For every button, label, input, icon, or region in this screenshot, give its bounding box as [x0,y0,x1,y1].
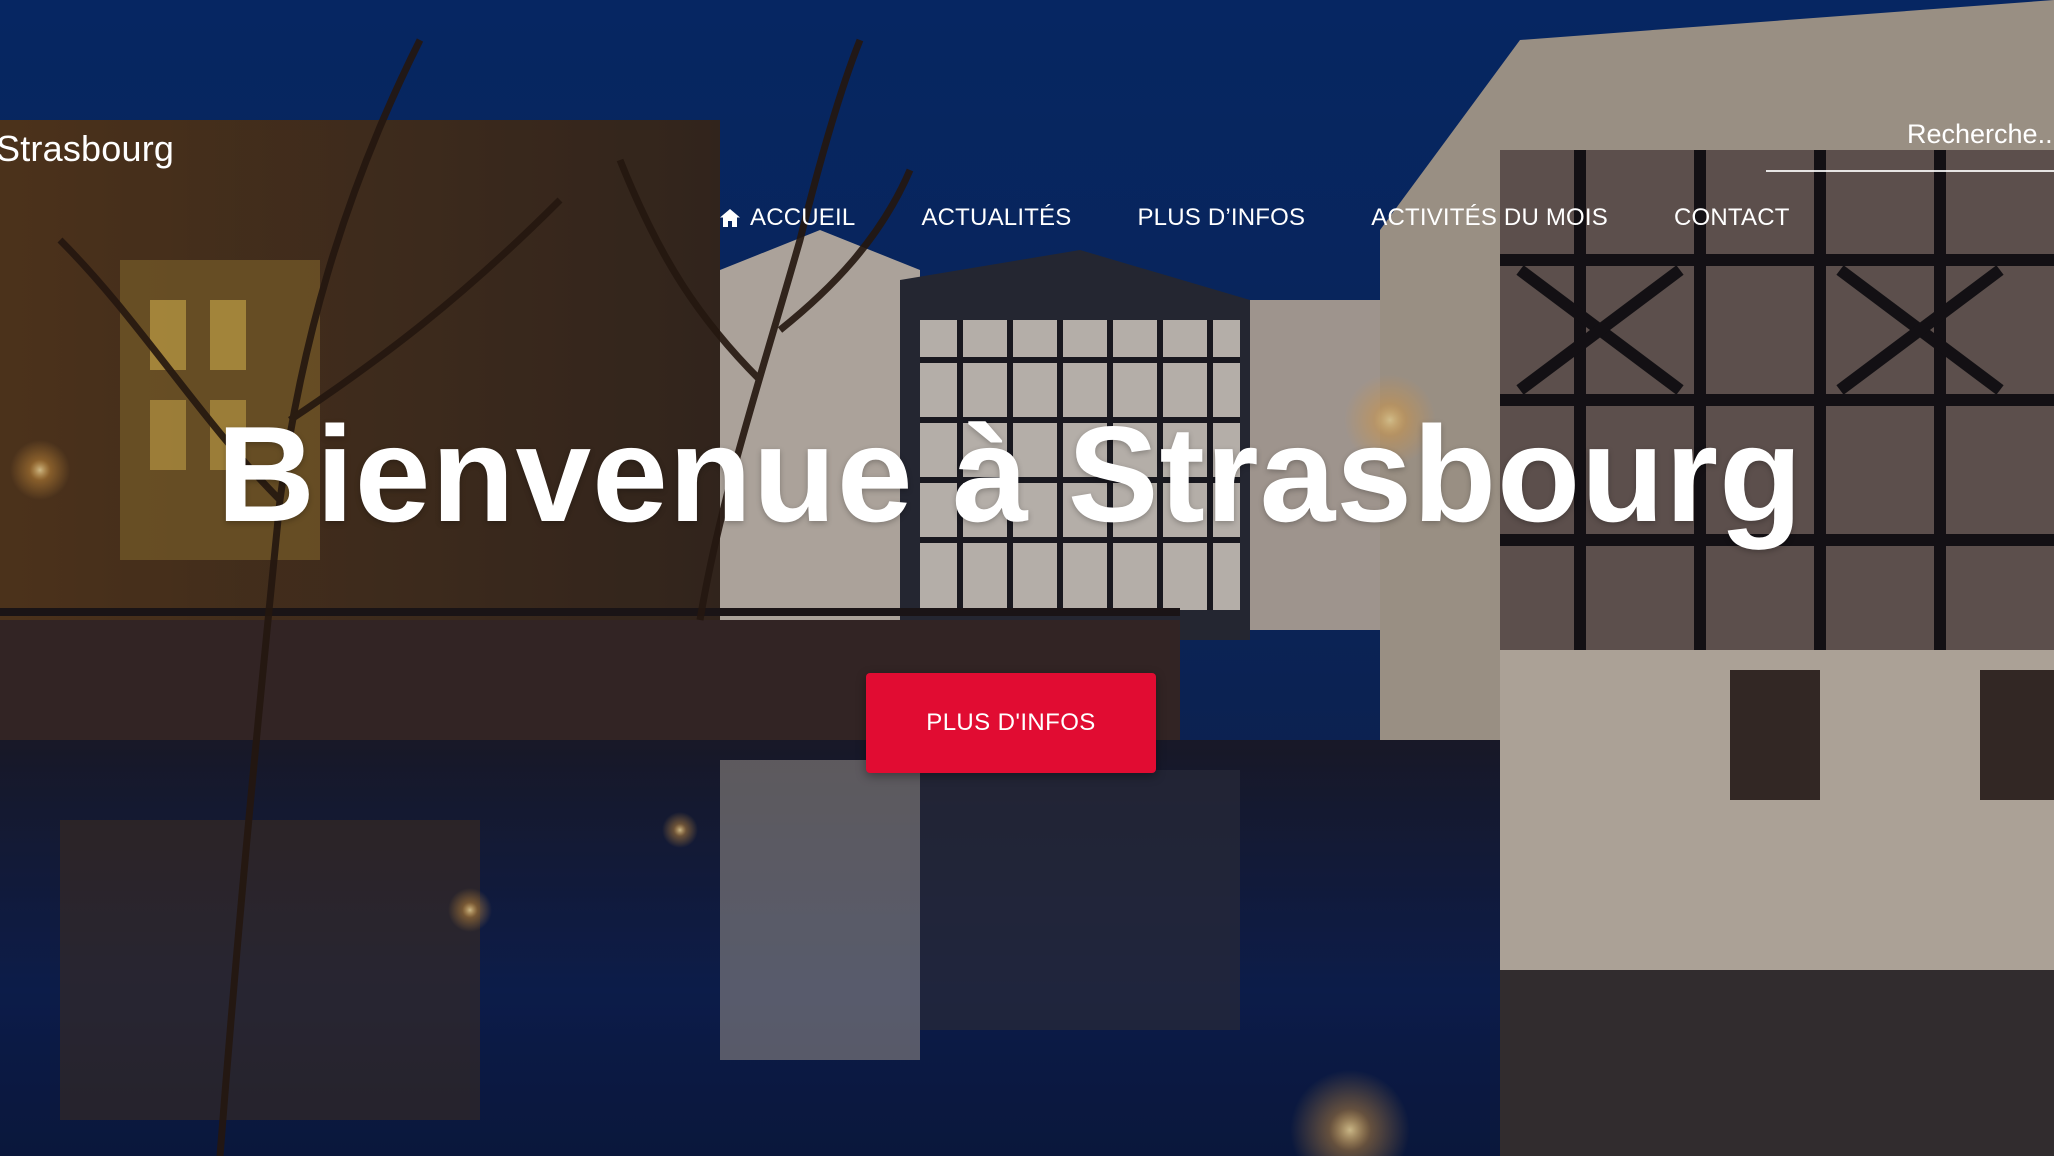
nav-item-activites-du-mois[interactable]: ACTIVITÉS DU MOIS [1371,204,1608,232]
search-input[interactable] [1766,110,2054,158]
nav-item-label: ACTUALITÉS [921,204,1072,231]
nav-item-label: CONTACT [1674,204,1790,231]
nav-item-contact[interactable]: CONTACT [1674,204,1790,232]
nav-item-plus-infos[interactable]: PLUS D’INFOS [1137,204,1305,232]
site-title-logo[interactable]: Strasbourg [0,128,174,170]
nav-item-label: PLUS D’INFOS [1137,204,1306,231]
nav-item-accueil[interactable]: ACCUEIL [718,204,855,232]
nav-item-label: ACTIVITÉS DU MOIS [1371,204,1608,231]
hero-dark-overlay [0,0,2054,1156]
hero-heading: Bienvenue à Strasbourg [216,398,1804,550]
search-box [1766,110,2054,172]
plus-infos-cta-button[interactable]: PLUS D'INFOS [866,673,1156,773]
main-navigation: ACCUEIL ACTUALITÉS PLUS D’INFOS ACTIVITÉ… [718,200,1790,236]
nav-item-actualites[interactable]: ACTUALITÉS [921,204,1071,232]
home-icon [718,206,742,230]
nav-item-label: ACCUEIL [750,204,856,231]
